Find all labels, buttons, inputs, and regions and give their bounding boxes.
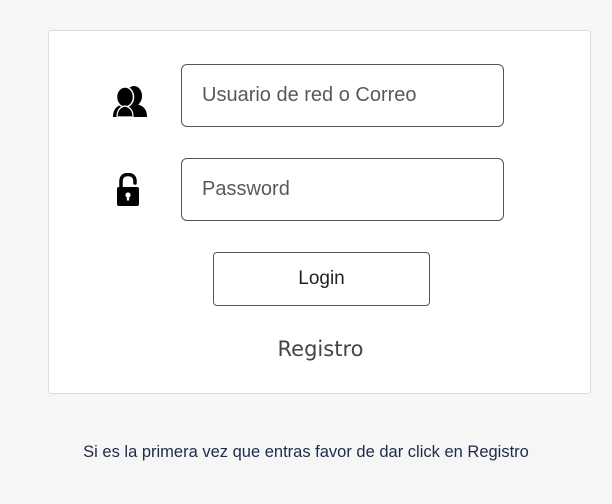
first-time-hint-text: Si es la primera vez que entras favor de…: [83, 443, 529, 461]
password-input[interactable]: [181, 158, 504, 221]
login-card: Login Registro: [48, 30, 591, 394]
register-link[interactable]: Registro: [49, 337, 592, 361]
login-button[interactable]: Login: [213, 252, 430, 306]
users-icon: [112, 85, 148, 117]
username-input[interactable]: [181, 64, 504, 127]
lock-icon: [116, 173, 140, 207]
